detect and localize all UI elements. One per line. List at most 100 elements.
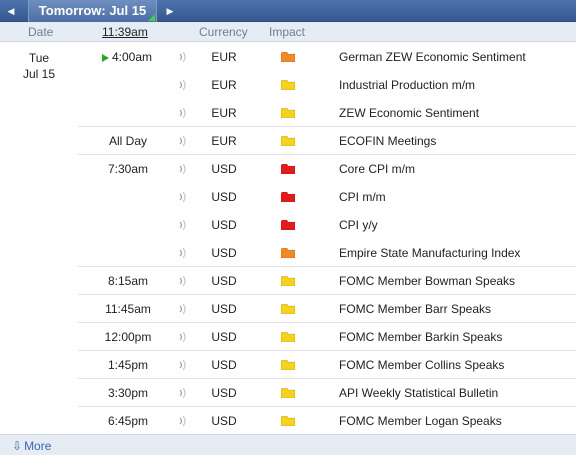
sound-wave-icon[interactable]: [178, 135, 188, 147]
header-date: Date: [28, 25, 54, 39]
sound-wave-icon[interactable]: [178, 415, 188, 427]
row-currency: USD: [211, 274, 237, 288]
row-currency: USD: [211, 414, 237, 428]
impact-folder-icon[interactable]: [281, 164, 295, 174]
download-arrow-icon: ⇩: [12, 439, 23, 453]
row-time: 1:45pm: [107, 358, 149, 372]
row-currency: USD: [211, 190, 237, 204]
prev-day-button[interactable]: ◀: [2, 2, 20, 20]
table-row[interactable]: USD CPI m/m: [78, 183, 576, 211]
row-time: 7:30am: [107, 162, 149, 176]
row-event[interactable]: Empire State Manufacturing Index: [339, 246, 520, 260]
impact-folder-icon[interactable]: [281, 108, 295, 118]
sound-wave-icon[interactable]: [178, 219, 188, 231]
sound-wave-icon[interactable]: [178, 107, 188, 119]
table-row[interactable]: 8:15am USD FOMC Member Bowman Speaks: [78, 267, 576, 295]
calendar-nav: ◀ Tomorrow: Jul 15 ▶: [0, 0, 576, 22]
day-tab-label: Tomorrow: Jul 15: [38, 3, 147, 18]
row-currency: EUR: [211, 50, 237, 64]
row-event[interactable]: German ZEW Economic Sentiment: [339, 50, 526, 64]
table-row[interactable]: EUR ZEW Economic Sentiment: [78, 99, 576, 127]
row-event[interactable]: FOMC Member Collins Speaks: [339, 358, 504, 372]
impact-folder-icon[interactable]: [281, 136, 295, 146]
table-row[interactable]: 3:30pm USD API Weekly Statistical Bulletin: [78, 379, 576, 407]
header-currency: Currency: [199, 25, 248, 39]
row-time: 8:15am: [107, 274, 149, 288]
row-currency: EUR: [211, 134, 237, 148]
impact-folder-icon[interactable]: [281, 52, 295, 62]
table-row[interactable]: EUR Industrial Production m/m: [78, 71, 576, 99]
row-time: 12:00pm: [104, 330, 152, 344]
row-currency: USD: [211, 218, 237, 232]
impact-folder-icon[interactable]: [281, 192, 295, 202]
sound-wave-icon[interactable]: [178, 247, 188, 259]
row-currency: USD: [211, 358, 237, 372]
sound-wave-icon[interactable]: [178, 191, 188, 203]
row-event[interactable]: CPI y/y: [339, 218, 378, 232]
date-date: Jul 15: [22, 67, 56, 81]
row-currency: USD: [211, 386, 237, 400]
sound-wave-icon[interactable]: [178, 163, 188, 175]
chevron-left-icon: ◀: [7, 6, 15, 16]
sound-wave-icon[interactable]: [178, 51, 188, 63]
table-row[interactable]: All Day EUR ECOFIN Meetings: [78, 127, 576, 155]
row-event[interactable]: ZEW Economic Sentiment: [339, 106, 479, 120]
more-link[interactable]: ⇩ More: [12, 439, 51, 453]
impact-folder-icon[interactable]: [281, 80, 295, 90]
table-row[interactable]: 12:00pm USD FOMC Member Barkin Speaks: [78, 323, 576, 351]
row-event[interactable]: FOMC Member Barkin Speaks: [339, 330, 502, 344]
impact-folder-icon[interactable]: [281, 388, 295, 398]
row-event[interactable]: FOMC Member Logan Speaks: [339, 414, 502, 428]
row-event[interactable]: ECOFIN Meetings: [339, 134, 436, 148]
footer: ⇩ More: [0, 434, 576, 455]
header-impact: Impact: [269, 25, 306, 39]
sound-wave-icon[interactable]: [178, 331, 188, 343]
sound-wave-icon[interactable]: [178, 359, 188, 371]
next-day-button[interactable]: ▶: [161, 2, 179, 20]
row-currency: USD: [211, 302, 237, 316]
row-event[interactable]: FOMC Member Bowman Speaks: [339, 274, 515, 288]
table-row[interactable]: 4:00am EUR German ZEW Economic Sentiment: [78, 43, 576, 71]
row-time: 3:30pm: [107, 386, 149, 400]
impact-folder-icon[interactable]: [281, 332, 295, 342]
table-row[interactable]: USD Empire State Manufacturing Index: [78, 239, 576, 267]
sound-wave-icon[interactable]: [178, 387, 188, 399]
row-time: All Day: [108, 134, 147, 148]
date-day: Tue: [28, 51, 50, 65]
table-row[interactable]: USD CPI y/y: [78, 211, 576, 239]
impact-folder-icon[interactable]: [281, 304, 295, 314]
row-event[interactable]: FOMC Member Barr Speaks: [339, 302, 491, 316]
impact-folder-icon[interactable]: [281, 248, 295, 258]
chevron-right-icon: ▶: [166, 6, 174, 16]
sound-wave-icon[interactable]: [178, 275, 188, 287]
sound-wave-icon[interactable]: [178, 303, 188, 315]
event-table: 4:00am EUR German ZEW Economic Sentiment EU…: [78, 43, 576, 435]
header-time-link[interactable]: 11:39am: [102, 25, 148, 39]
date-cell: Tue Jul 15: [0, 43, 78, 82]
row-event[interactable]: API Weekly Statistical Bulletin: [339, 386, 498, 400]
row-time: 11:45am: [105, 302, 151, 316]
impact-folder-icon[interactable]: [281, 220, 295, 230]
day-tab[interactable]: Tomorrow: Jul 15: [28, 0, 157, 22]
row-currency: USD: [211, 246, 237, 260]
impact-folder-icon[interactable]: [281, 416, 295, 426]
row-time: 4:00am: [111, 50, 153, 64]
impact-folder-icon[interactable]: [281, 360, 295, 370]
row-currency: EUR: [211, 106, 237, 120]
impact-folder-icon[interactable]: [281, 276, 295, 286]
row-event[interactable]: CPI m/m: [339, 190, 386, 204]
row-event[interactable]: Core CPI m/m: [339, 162, 415, 176]
row-event[interactable]: Industrial Production m/m: [339, 78, 475, 92]
row-currency: USD: [211, 330, 237, 344]
table-row[interactable]: 11:45am USD FOMC Member Barr Speaks: [78, 295, 576, 323]
table-row[interactable]: 1:45pm USD FOMC Member Collins Speaks: [78, 351, 576, 379]
row-time: 6:45pm: [107, 414, 149, 428]
row-currency: EUR: [211, 78, 237, 92]
column-header: Date 11:39am Currency Impact: [0, 22, 576, 42]
table-row[interactable]: 7:30am USD Core CPI m/m: [78, 155, 576, 183]
sound-wave-icon[interactable]: [178, 79, 188, 91]
table-row[interactable]: 6:45pm USD FOMC Member Logan Speaks: [78, 407, 576, 435]
row-currency: USD: [211, 162, 237, 176]
active-corner-icon: [148, 14, 155, 21]
more-label: More: [24, 439, 52, 453]
